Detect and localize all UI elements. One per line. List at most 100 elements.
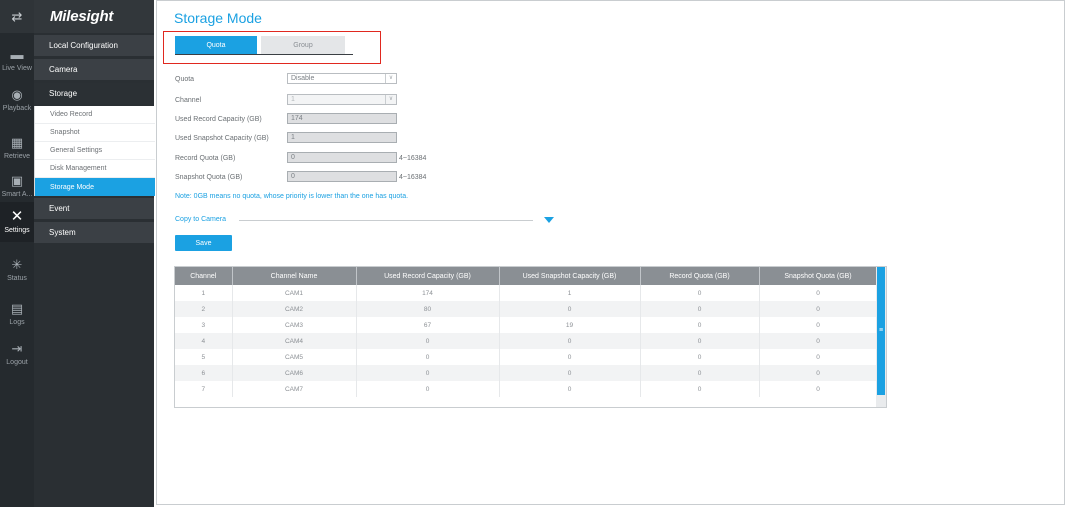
rail-label: Live View bbox=[2, 64, 32, 72]
cell-channel: 6 bbox=[175, 365, 233, 381]
rail-item-settings[interactable]: ✕ Settings bbox=[0, 202, 34, 242]
rail-label: Status bbox=[7, 274, 27, 282]
cell-channel: 3 bbox=[175, 317, 233, 333]
quota-select[interactable]: Disable ∨ bbox=[287, 73, 397, 84]
channel-quota-table: Channel Channel Name Used Record Capacit… bbox=[174, 266, 887, 408]
cell-snapshot-quota: 0 bbox=[759, 301, 878, 317]
logs-icon: ▤ bbox=[10, 300, 24, 316]
rail-label: Retrieve bbox=[3, 152, 31, 160]
menu-item-system[interactable]: System bbox=[34, 222, 154, 244]
submenu-item-snapshot[interactable]: Snapshot bbox=[35, 124, 155, 142]
chevron-down-icon: ∨ bbox=[385, 74, 396, 83]
playback-icon: ◉ bbox=[11, 86, 23, 102]
submenu-item-storage-mode[interactable]: Storage Mode bbox=[35, 178, 155, 196]
cell-used-record: 174 bbox=[356, 285, 500, 301]
cell-channel-name: CAM2 bbox=[232, 301, 357, 317]
cell-snapshot-quota: 0 bbox=[759, 317, 878, 333]
cell-channel: 7 bbox=[175, 381, 233, 397]
cell-snapshot-quota: 0 bbox=[759, 349, 878, 365]
cell-used-snapshot: 0 bbox=[499, 381, 641, 397]
table-row[interactable]: 6 CAM6 0 0 0 0 bbox=[175, 365, 878, 381]
cell-record-quota: 0 bbox=[640, 333, 760, 349]
icon-rail: ⇄ ▬ Live View ◉ Playback ▦ Retrieve ▣ Sm… bbox=[0, 0, 34, 507]
column-header-used-snapshot[interactable]: Used Snapshot Capacity (GB) bbox=[499, 267, 641, 285]
swap-arrows-icon: ⇄ bbox=[11, 8, 23, 24]
cell-used-record: 0 bbox=[356, 333, 500, 349]
cell-channel-name: CAM3 bbox=[232, 317, 357, 333]
settings-icon: ✕ bbox=[10, 207, 24, 225]
rail-item-retrieve[interactable]: ▦ Retrieve bbox=[0, 128, 34, 168]
rail-label: Playback bbox=[2, 104, 32, 112]
column-header-record-quota[interactable]: Record Quota (GB) bbox=[640, 267, 760, 285]
cell-record-quota: 0 bbox=[640, 301, 760, 317]
cell-used-record: 0 bbox=[356, 381, 500, 397]
snapshot-quota-label: Snapshot Quota (GB) bbox=[175, 174, 243, 181]
rail-label: Logs bbox=[9, 318, 25, 326]
snapshot-quota-range: 4~16384 bbox=[399, 174, 427, 181]
rail-item-status[interactable]: ✳ Status bbox=[0, 250, 34, 290]
cell-channel: 4 bbox=[175, 333, 233, 349]
cell-channel-name: CAM4 bbox=[232, 333, 357, 349]
cell-record-quota: 0 bbox=[640, 349, 760, 365]
cell-used-snapshot: 19 bbox=[499, 317, 641, 333]
settings-menu: Milesight Local Configuration Camera Sto… bbox=[34, 0, 155, 507]
table-scrollbar[interactable]: ≡ bbox=[876, 267, 886, 407]
table-row[interactable]: 2 CAM2 80 0 0 0 bbox=[175, 301, 878, 317]
quota-note: Note: 0GB means no quota, whose priority… bbox=[175, 193, 409, 200]
column-header-channel[interactable]: Channel bbox=[175, 267, 233, 285]
cell-channel: 5 bbox=[175, 349, 233, 365]
rail-label: Settings bbox=[4, 226, 30, 234]
menu-item-camera[interactable]: Camera bbox=[34, 59, 154, 81]
used-record-capacity-label: Used Record Capacity (GB) bbox=[175, 116, 262, 123]
cell-snapshot-quota: 0 bbox=[759, 381, 878, 397]
table-row[interactable]: 3 CAM3 67 19 0 0 bbox=[175, 317, 878, 333]
cell-used-snapshot: 0 bbox=[499, 365, 641, 381]
menu-item-storage[interactable]: Storage bbox=[34, 83, 154, 105]
snapshot-quota-input[interactable]: 0 bbox=[287, 171, 397, 182]
table-row[interactable]: 7 CAM7 0 0 0 0 bbox=[175, 381, 878, 397]
table-row[interactable]: 4 CAM4 0 0 0 0 bbox=[175, 333, 878, 349]
record-quota-range: 4~16384 bbox=[399, 155, 427, 162]
menu-item-local-configuration[interactable]: Local Configuration bbox=[34, 35, 154, 57]
brand-logo: Milesight bbox=[34, 0, 154, 33]
rail-label: Smart A... bbox=[1, 190, 33, 198]
column-header-channel-name[interactable]: Channel Name bbox=[232, 267, 357, 285]
expand-arrow-icon[interactable] bbox=[544, 217, 554, 223]
copy-to-camera-label[interactable]: Copy to Camera bbox=[175, 216, 226, 223]
cell-record-quota: 0 bbox=[640, 365, 760, 381]
rail-item-smart-analysis[interactable]: ▣ Smart A... bbox=[0, 166, 34, 206]
cell-channel-name: CAM7 bbox=[232, 381, 357, 397]
channel-label: Channel bbox=[175, 97, 202, 104]
used-snapshot-capacity-field: 1 bbox=[287, 132, 397, 143]
rail-item-playback[interactable]: ◉ Playback bbox=[0, 80, 34, 120]
table-row[interactable]: 5 CAM5 0 0 0 0 bbox=[175, 349, 878, 365]
column-header-used-record[interactable]: Used Record Capacity (GB) bbox=[356, 267, 500, 285]
save-button[interactable]: Save bbox=[175, 235, 232, 251]
cell-channel-name: CAM6 bbox=[232, 365, 357, 381]
app-window: ⇄ ▬ Live View ◉ Playback ▦ Retrieve ▣ Sm… bbox=[0, 0, 1067, 507]
cell-channel: 1 bbox=[175, 285, 233, 301]
cell-channel-name: CAM5 bbox=[232, 349, 357, 365]
cell-channel-name: CAM1 bbox=[232, 285, 357, 301]
table-row[interactable]: 1 CAM1 174 1 0 0 bbox=[175, 285, 878, 301]
rail-label: Logout bbox=[6, 358, 28, 366]
quota-label: Quota bbox=[175, 76, 195, 83]
highlight-box bbox=[163, 31, 381, 64]
quota-select-value: Disable bbox=[291, 75, 315, 82]
submenu-item-video-record[interactable]: Video Record bbox=[35, 106, 155, 124]
record-quota-input[interactable]: 0 bbox=[287, 152, 397, 163]
column-header-snapshot-quota[interactable]: Snapshot Quota (GB) bbox=[759, 267, 878, 285]
retrieve-icon: ▦ bbox=[10, 134, 24, 150]
submenu-item-general-settings[interactable]: General Settings bbox=[35, 142, 155, 160]
cell-used-snapshot: 0 bbox=[499, 349, 641, 365]
main-panel: Storage Mode Quota Group Quota Disable ∨… bbox=[156, 0, 1065, 505]
rail-item-logout[interactable]: ⇥ Logout bbox=[0, 334, 34, 374]
rail-item-logs[interactable]: ▤ Logs bbox=[0, 294, 34, 334]
submenu-item-disk-management[interactable]: Disk Management bbox=[35, 160, 155, 178]
rail-toggle-button[interactable]: ⇄ bbox=[0, 0, 34, 33]
channel-select[interactable]: 1 ∨ bbox=[287, 94, 397, 105]
rail-item-live-view[interactable]: ▬ Live View bbox=[0, 40, 34, 80]
cell-snapshot-quota: 0 bbox=[759, 333, 878, 349]
menu-item-event[interactable]: Event bbox=[34, 198, 154, 220]
cell-channel: 2 bbox=[175, 301, 233, 317]
